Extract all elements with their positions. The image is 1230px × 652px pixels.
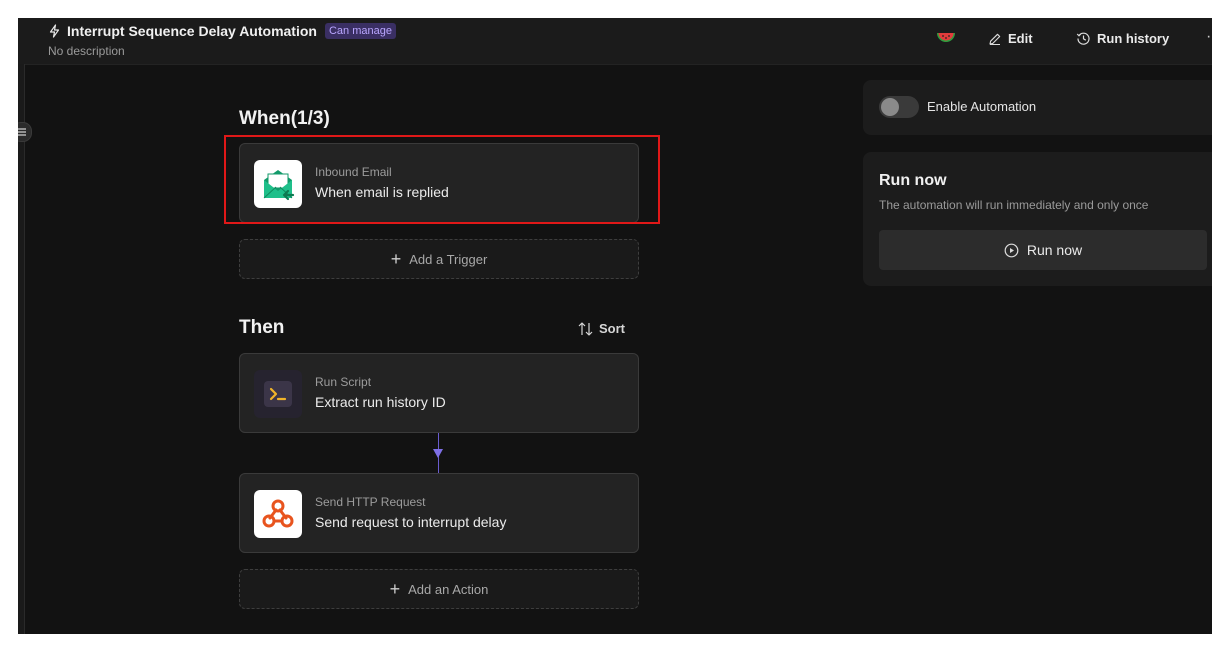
- sidebar-toggle[interactable]: [18, 122, 32, 142]
- play-circle-icon: [1004, 243, 1019, 257]
- selection-highlight: [224, 135, 660, 224]
- add-action-label: Add an Action: [408, 581, 489, 597]
- flow-arrow-icon: [433, 449, 443, 458]
- title-row: Interrupt Sequence Delay Automation Can …: [48, 23, 396, 39]
- bolt-icon: [49, 24, 60, 38]
- edit-button[interactable]: Edit: [988, 31, 1033, 46]
- then-section-title: Then: [239, 317, 285, 338]
- when-section-title: When(1/3): [239, 108, 330, 129]
- action-card[interactable]: Send HTTP Request Send request to interr…: [239, 473, 639, 553]
- sort-label: Sort: [599, 321, 625, 336]
- action-name: Extract run history ID: [315, 394, 446, 410]
- plus-icon: +: [390, 249, 402, 269]
- automation-title[interactable]: Interrupt Sequence Delay Automation: [67, 23, 317, 39]
- more-menu-button[interactable]: ·: [1206, 28, 1211, 46]
- top-bar: Interrupt Sequence Delay Automation Can …: [18, 18, 1212, 65]
- permission-badge: Can manage: [324, 23, 396, 39]
- enable-automation-panel: Enable Automation: [863, 80, 1212, 135]
- history-icon: [1076, 32, 1090, 45]
- plus-icon: +: [389, 579, 401, 599]
- webhook-icon: [254, 490, 302, 538]
- add-trigger-button[interactable]: + Add a Trigger: [239, 239, 639, 279]
- menu-icon: [18, 128, 26, 136]
- sort-icon: [578, 321, 593, 336]
- automation-app: Interrupt Sequence Delay Automation Can …: [18, 18, 1212, 634]
- run-now-button-label: Run now: [1026, 242, 1083, 258]
- run-history-label: Run history: [1097, 31, 1170, 46]
- action-name: Send request to interrupt delay: [315, 514, 507, 530]
- edit-icon: [989, 33, 1001, 45]
- enable-automation-label: Enable Automation: [927, 99, 1037, 114]
- edit-label: Edit: [1008, 31, 1033, 46]
- run-now-button[interactable]: Run now: [879, 230, 1207, 270]
- left-sidebar-rail: [18, 64, 32, 634]
- add-action-button[interactable]: + Add an Action: [239, 569, 639, 609]
- action-card[interactable]: Run Script Extract run history ID: [239, 353, 639, 433]
- run-now-panel: Run now The automation will run immediat…: [863, 152, 1212, 286]
- watermelon-icon[interactable]: [936, 30, 956, 46]
- run-now-description: The automation will run immediately and …: [879, 198, 1149, 212]
- automation-description[interactable]: No description: [48, 44, 125, 58]
- sort-button[interactable]: Sort: [578, 321, 625, 336]
- action-type: Run Script: [315, 375, 372, 389]
- script-icon: [254, 370, 302, 418]
- run-now-title: Run now: [879, 172, 947, 189]
- enable-automation-toggle[interactable]: [879, 96, 919, 118]
- action-type: Send HTTP Request: [315, 495, 426, 509]
- run-history-button[interactable]: Run history: [1076, 31, 1169, 46]
- add-trigger-label: Add a Trigger: [409, 251, 488, 267]
